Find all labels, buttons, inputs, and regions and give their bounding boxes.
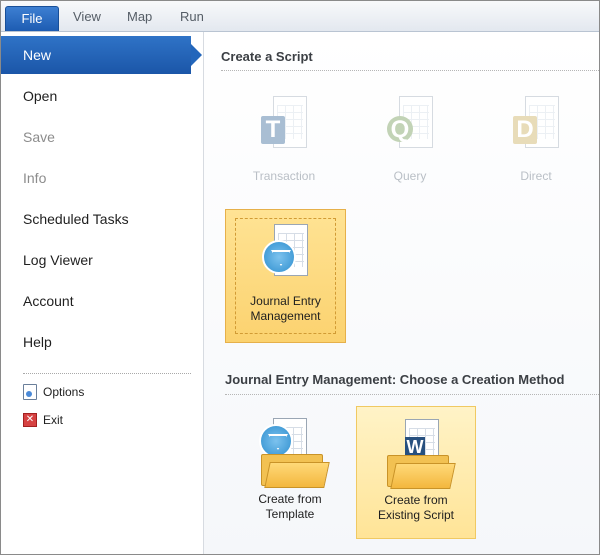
section-divider — [221, 70, 599, 71]
backstage-content: Create a Script T Transaction Q Query D … — [204, 32, 599, 554]
tile-label: Query — [393, 169, 427, 183]
folder-icon — [261, 448, 330, 488]
query-icon: Q — [387, 96, 433, 152]
tab-file[interactable]: File — [5, 6, 59, 31]
tab-map[interactable]: Map — [127, 9, 152, 24]
options-button[interactable]: Options — [23, 382, 84, 402]
tile-create-from-existing-script[interactable]: W Create from Existing Script — [356, 406, 476, 539]
journal-entry-icon — [262, 224, 308, 280]
ribbon-tab-bar: File View Map Run — [1, 1, 599, 32]
direct-icon: D — [513, 96, 559, 152]
tile-label: Transaction — [252, 169, 316, 183]
options-label: Options — [43, 385, 85, 399]
exit-button[interactable]: ✕ Exit — [23, 410, 63, 430]
section-title-creation-method: Journal Entry Management: Choose a Creat… — [225, 372, 565, 387]
tile-label-line2: Management — [250, 309, 321, 323]
tile-label-line1: Create from — [258, 492, 322, 506]
tile-label: Direct — [520, 169, 552, 183]
tile-label-line2: Template — [265, 507, 315, 521]
app-window: File View Map Run New Open Save Info Sch… — [0, 0, 600, 555]
folder-icon — [387, 449, 456, 489]
nav-item-account[interactable]: Account — [1, 281, 203, 321]
tile-direct: D Direct — [477, 82, 595, 192]
tab-view[interactable]: View — [73, 9, 101, 24]
tile-label-line2: Existing Script — [377, 508, 455, 522]
exit-icon: ✕ — [23, 413, 37, 427]
tile-label-line1: Journal Entry — [250, 294, 321, 308]
nav-item-scheduled-tasks[interactable]: Scheduled Tasks — [1, 199, 203, 239]
tile-create-from-template[interactable]: Create from Template — [231, 406, 349, 539]
exit-label: Exit — [43, 413, 64, 427]
tile-label-line1: Create from — [384, 493, 448, 507]
section-divider — [225, 394, 599, 395]
options-icon — [23, 384, 37, 400]
nav-item-save: Save — [23, 129, 55, 145]
tab-run[interactable]: Run — [180, 9, 204, 24]
nav-item-open[interactable]: Open — [1, 76, 203, 116]
nav-item-help[interactable]: Help — [1, 322, 203, 362]
tile-transaction: T Transaction — [225, 82, 343, 192]
nav-item-log-viewer[interactable]: Log Viewer — [1, 240, 203, 280]
tile-query: Q Query — [351, 82, 469, 192]
section-title-create-script: Create a Script — [221, 49, 313, 64]
backstage-nav: New Open Save Info Scheduled Tasks Log V… — [1, 32, 204, 554]
tile-journal-entry-management[interactable]: Journal Entry Management — [225, 209, 346, 343]
nav-item-new[interactable]: New — [1, 36, 202, 74]
nav-divider — [23, 373, 191, 374]
nav-item-info: Info — [23, 170, 47, 186]
transaction-icon: T — [261, 96, 307, 152]
